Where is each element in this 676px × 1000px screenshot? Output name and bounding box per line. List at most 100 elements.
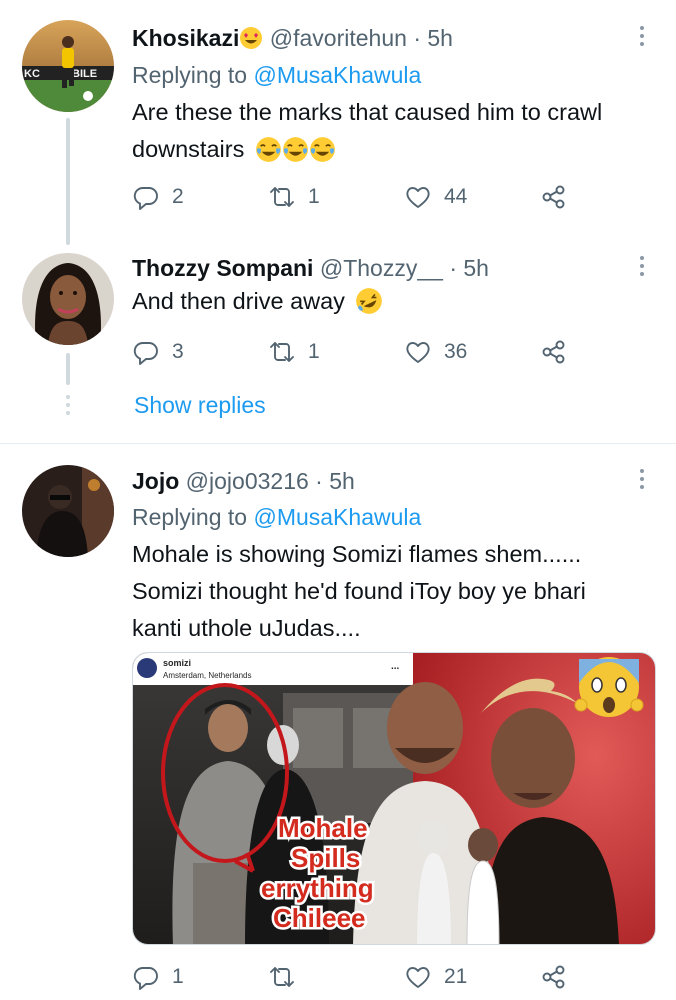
tweet-actions: 2 1 44 — [132, 180, 582, 214]
tweet-text-line: Mohale is showing Somizi flames shem....… — [132, 541, 582, 567]
avatar[interactable]: KC BILE — [22, 20, 114, 112]
retweet-count: 1 — [308, 185, 320, 208]
separator-dot: · — [315, 468, 323, 494]
reply-count: 1 — [172, 965, 184, 988]
svg-text:KC: KC — [24, 68, 40, 80]
timestamp[interactable]: 5h — [427, 25, 453, 51]
replying-to-link[interactable]: @MusaKhawula — [253, 504, 421, 530]
ig-more: ... — [391, 661, 400, 672]
thread-dot — [66, 411, 70, 415]
retweet-count: 1 — [308, 340, 320, 363]
tweet-header: Thozzy Sompani @Thozzy__ · 5h — [132, 253, 489, 283]
thread-line — [66, 118, 70, 245]
user-handle[interactable]: @favoritehun — [270, 25, 407, 51]
avatar[interactable] — [22, 465, 114, 557]
tweet-text-line: And then drive away — [132, 288, 345, 314]
caption-line: Mohale — [278, 813, 368, 843]
replying-to-link[interactable]: @MusaKhawula — [253, 62, 421, 88]
more-options-icon[interactable] — [632, 22, 652, 52]
retweet-icon — [270, 342, 294, 362]
like-button[interactable]: 21 — [404, 960, 467, 994]
replying-prefix: Replying to — [132, 62, 248, 88]
show-replies-link[interactable]: Show replies — [134, 390, 266, 420]
retweet-icon — [270, 187, 294, 207]
user-handle[interactable]: @jojo03216 — [186, 468, 309, 494]
rolling-laughing-emoji-icon — [356, 288, 383, 314]
like-button[interactable]: 44 — [404, 180, 467, 214]
thread-line — [66, 353, 70, 385]
more-options-icon[interactable] — [632, 252, 652, 282]
heart-eyes-emoji-icon — [240, 27, 263, 49]
tweet-text-line: Somizi thought he'd found iToy boy ye bh… — [132, 578, 586, 604]
share-icon — [542, 965, 565, 989]
separator-dot: · — [449, 255, 457, 281]
display-name[interactable]: Khosikazi — [132, 25, 239, 51]
heart-icon — [406, 187, 430, 208]
like-button[interactable]: 36 — [404, 335, 467, 369]
tears-of-joy-emoji-icon — [282, 137, 308, 162]
share-button[interactable] — [540, 180, 568, 214]
retweet-button[interactable]: 1 — [268, 180, 320, 214]
tweet-text: And then drive away — [132, 283, 383, 320]
share-button[interactable] — [540, 960, 568, 994]
avatar-image — [22, 465, 114, 557]
display-name[interactable]: Thozzy Sompani — [132, 255, 313, 281]
reply-icon — [133, 342, 158, 365]
user-handle[interactable]: @Thozzy__ — [320, 255, 443, 281]
timestamp[interactable]: 5h — [329, 468, 355, 494]
like-count: 36 — [444, 340, 468, 363]
tweet-actions: 1 21 — [132, 960, 582, 994]
tears-of-joy-emoji-icon — [255, 137, 281, 162]
caption-line: errything — [261, 873, 374, 903]
retweet-button[interactable] — [268, 960, 308, 994]
retweet-button[interactable]: 1 — [268, 335, 320, 369]
like-count: 21 — [444, 965, 468, 988]
media-image: somizi Amsterdam, Netherlands ... Mohale… — [133, 653, 655, 944]
tweet-text-line: kanti uthole uJudas.... — [132, 615, 361, 641]
replying-to: Replying to @MusaKhawula — [132, 502, 421, 532]
ig-location: Amsterdam, Netherlands — [163, 671, 251, 680]
avatar-image: KC BILE — [22, 20, 114, 112]
tweet-text-line-with-emoji: downstairs — [132, 131, 602, 168]
like-count: 44 — [444, 185, 468, 208]
avatar[interactable] — [22, 253, 114, 345]
replying-prefix: Replying to — [132, 504, 248, 530]
reply-icon — [133, 187, 158, 210]
reply-count: 2 — [172, 185, 184, 208]
tears-of-joy-emoji-icon — [309, 137, 335, 162]
tweet-text-line: downstairs — [132, 136, 245, 162]
caption-line: Chileee — [273, 903, 366, 933]
reply-button[interactable]: 2 — [132, 180, 184, 214]
separator-dot: · — [413, 25, 421, 51]
reply-icon — [133, 967, 158, 990]
heart-icon — [406, 342, 430, 363]
replying-to: Replying to @MusaKhawula — [132, 60, 421, 90]
tweet-text: Mohale is showing Somizi flames shem....… — [132, 536, 586, 647]
share-icon — [542, 340, 565, 364]
tweet-actions: 3 1 36 — [132, 335, 582, 369]
thread-dot — [66, 395, 70, 399]
avatar-image — [22, 253, 114, 345]
share-icon — [542, 185, 565, 209]
reply-button[interactable]: 1 — [132, 960, 184, 994]
tweet-media-image[interactable]: somizi Amsterdam, Netherlands ... Mohale… — [132, 652, 656, 945]
timestamp[interactable]: 5h — [463, 255, 489, 281]
retweet-icon — [270, 967, 294, 987]
heart-icon — [406, 967, 430, 988]
reply-count: 3 — [172, 340, 184, 363]
ig-username: somizi — [163, 658, 191, 668]
tweet-header: Jojo @jojo03216 · 5h — [132, 466, 355, 496]
reply-button[interactable]: 3 — [132, 335, 184, 369]
thread-dot — [66, 403, 70, 407]
tweet-text: Are these the marks that caused him to c… — [132, 94, 602, 168]
tweet-text-line: Are these the marks that caused him to c… — [132, 99, 603, 125]
share-button[interactable] — [540, 335, 568, 369]
tweet-header: Khosikazi @favoritehun · 5h — [132, 23, 453, 53]
tweet-thozzy-sompani[interactable]: Thozzy Sompani @Thozzy__ · 5h And then d… — [0, 245, 676, 445]
more-options-icon[interactable] — [632, 465, 652, 495]
scream-emoji-icon — [574, 657, 644, 717]
caption-line: Spills — [291, 843, 360, 873]
display-name[interactable]: Jojo — [132, 468, 179, 494]
svg-text:BILE: BILE — [72, 68, 97, 80]
tweet-khosikazi[interactable]: KC BILE Khosikazi @favoritehun · 5h Repl… — [0, 0, 676, 245]
